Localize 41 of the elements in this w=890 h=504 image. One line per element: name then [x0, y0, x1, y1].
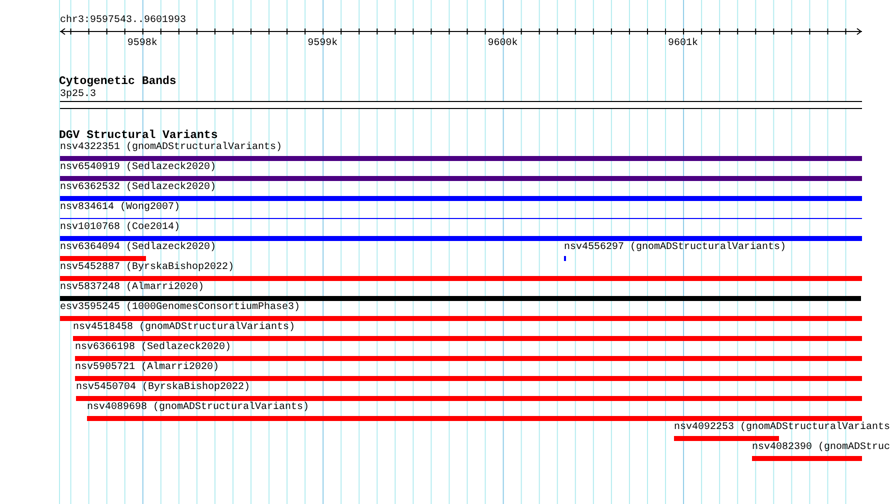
track-title: DGV Structural Variants — [59, 129, 218, 142]
feature-label: nsv4092253 (gnomADStructuralVariants — [674, 422, 890, 434]
feature-label: nsv4089698 (gnomADStructuralVariants) — [87, 402, 310, 414]
feature-bar[interactable] — [752, 456, 862, 461]
feature-bar[interactable] — [60, 296, 861, 301]
feature-label: nsv6364094 (Sedlazeck2020) — [60, 242, 216, 254]
feature-label: nsv834614 (Wong2007) — [60, 202, 180, 214]
ruler-label: 9598k — [127, 38, 158, 49]
location-label: chr3:9597543..9601993 — [60, 14, 186, 28]
feature-label: nsv6540919 (Sedlazeck2020) — [60, 162, 216, 174]
feature-label: nsv5905721 (Almarri2020) — [75, 362, 220, 374]
feature-bar[interactable] — [87, 416, 862, 421]
feature-bar[interactable] — [674, 436, 779, 441]
feature-label: nsv4518458 (gnomADStructuralVariants) — [73, 322, 296, 334]
ruler-label: 9599k — [308, 38, 338, 49]
ruler-label: 9601k — [668, 38, 698, 49]
feature-bar[interactable] — [60, 156, 862, 161]
feature-bar[interactable] — [60, 236, 862, 241]
feature-label: esv3595245 (1000GenomesConsortiumPhase3) — [60, 302, 300, 314]
ruler-label: 9600k — [488, 38, 518, 49]
feature-label: nsv4082390 (gnomADStruc — [752, 442, 890, 454]
feature-bar[interactable] — [75, 376, 862, 381]
feature-bar[interactable] — [60, 276, 862, 281]
band-label: 3p25.3 — [60, 89, 96, 101]
feature-bar[interactable] — [60, 256, 146, 261]
feature-bar[interactable] — [60, 176, 862, 181]
feature-label: nsv5450704 (ByrskaBishop2022) — [76, 382, 250, 394]
feature-label: nsv5837248 (Almarri2020) — [60, 282, 204, 294]
feature-label: nsv4322351 (gnomADStructuralVariants) — [60, 142, 282, 154]
feature-label: nsv5452887 (ByrskaBishop2022) — [60, 262, 234, 274]
feature-line[interactable] — [60, 218, 862, 219]
track-title: Cytogenetic Bands — [59, 75, 176, 89]
feature-bar[interactable] — [76, 396, 862, 401]
feature-bar[interactable] — [60, 196, 862, 201]
feature-label: nsv1010768 (Coe2014) — [60, 222, 180, 234]
feature-label: nsv4556297 (gnomADStructuralVariants) — [564, 242, 786, 254]
feature-bar[interactable] — [60, 316, 862, 321]
feature-bar[interactable] — [73, 336, 862, 341]
feature-label: nsv6366198 (Sedlazeck2020) — [75, 342, 232, 354]
feature-label: nsv6362532 (Sedlazeck2020) — [60, 182, 216, 194]
feature-bar[interactable] — [75, 356, 862, 361]
